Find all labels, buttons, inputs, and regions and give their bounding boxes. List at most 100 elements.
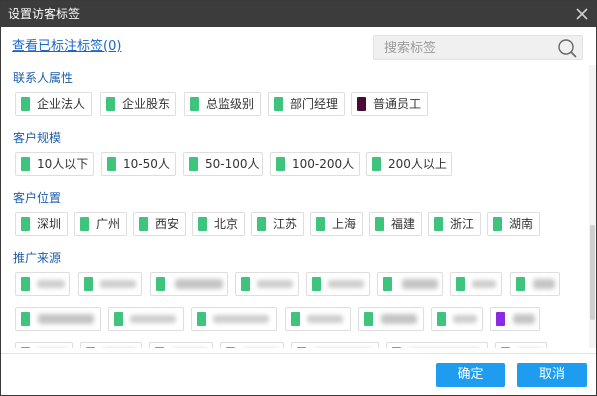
tag-checkbox xyxy=(21,217,30,231)
tag-dialog: 设置访客标签 查看已标注标签(0) 联系人属性 企业法人 企业股东 总监级别 部… xyxy=(0,0,597,396)
tag-item[interactable] xyxy=(150,272,228,296)
tag-checkbox xyxy=(375,217,384,231)
tag-checkbox xyxy=(189,157,198,171)
tag-checkbox xyxy=(107,157,116,171)
tag-checkbox xyxy=(434,217,443,231)
dialog-footer: 确定 取消 xyxy=(1,353,596,395)
blurred-label xyxy=(472,280,496,288)
tag-checkbox xyxy=(155,347,164,348)
tag-label: 深圳 xyxy=(37,217,62,231)
cancel-button[interactable]: 取消 xyxy=(517,363,587,387)
tag-item[interactable]: 上海 xyxy=(310,212,363,236)
confirm-button[interactable]: 确定 xyxy=(436,363,505,387)
tag-item[interactable]: 普通员工 xyxy=(351,92,428,116)
tag-checkbox xyxy=(190,97,199,111)
tag-label: 100-200人 xyxy=(292,157,355,171)
tag-item[interactable]: 部门经理 xyxy=(268,92,345,116)
tag-label: 企业股东 xyxy=(122,97,171,111)
tag-label: 江苏 xyxy=(273,217,298,231)
tag-label: 上海 xyxy=(332,217,357,231)
view-tagged-link[interactable]: 查看已标注标签(0) xyxy=(12,38,121,56)
tag-label: 200人以上 xyxy=(388,157,447,171)
tag-checkbox xyxy=(257,217,266,231)
tag-checkbox xyxy=(501,347,510,348)
tag-item[interactable]: 北京 xyxy=(192,212,245,236)
blurred-label xyxy=(257,280,293,288)
tag-item[interactable] xyxy=(108,307,184,331)
section-title-contact-attr: 联系人属性 xyxy=(13,71,74,85)
section-title-customer-scale: 客户规模 xyxy=(13,131,62,145)
close-icon[interactable] xyxy=(572,4,592,24)
blurred-label xyxy=(38,314,94,324)
tag-item[interactable] xyxy=(220,342,284,348)
blurred-label xyxy=(37,280,65,288)
tag-item[interactable] xyxy=(285,307,351,331)
tag-item[interactable]: 西安 xyxy=(133,212,186,236)
tag-item[interactable] xyxy=(15,307,101,331)
tag-checkbox xyxy=(291,312,300,326)
tag-item[interactable]: 企业股东 xyxy=(100,92,176,116)
vertical-scrollbar[interactable] xyxy=(589,65,596,348)
tag-checkbox xyxy=(21,157,30,171)
search-box xyxy=(373,35,583,60)
blurred-label xyxy=(402,279,438,289)
tag-item[interactable]: 100-200人 xyxy=(270,152,360,176)
tag-item[interactable] xyxy=(15,342,73,348)
tag-item[interactable]: 企业法人 xyxy=(15,92,92,116)
tag-checkbox xyxy=(197,312,206,326)
section-title-customer-location: 客户位置 xyxy=(13,191,62,205)
scroll-thumb[interactable] xyxy=(590,225,595,320)
tag-checkbox xyxy=(106,97,115,111)
blurred-label xyxy=(533,279,555,289)
tag-list-area[interactable]: 联系人属性 企业法人 企业股东 总监级别 部门经理 普通员工 客户规模 10人以… xyxy=(2,65,587,348)
search-icon[interactable] xyxy=(557,38,577,58)
tag-item[interactable]: 深圳 xyxy=(15,212,68,236)
search-input[interactable] xyxy=(384,38,544,58)
tag-item[interactable] xyxy=(495,342,547,348)
tag-item[interactable] xyxy=(235,272,299,296)
blurred-label xyxy=(130,315,176,323)
tag-item[interactable] xyxy=(450,272,502,296)
tag-item[interactable] xyxy=(306,272,370,296)
tag-item[interactable]: 江苏 xyxy=(251,212,304,236)
tag-checkbox xyxy=(139,217,148,231)
tag-item[interactable] xyxy=(149,342,213,348)
tag-checkbox xyxy=(274,97,283,111)
tag-checkbox xyxy=(312,277,321,291)
tag-checkbox xyxy=(21,312,30,326)
tag-checkbox xyxy=(383,277,392,291)
tag-item[interactable] xyxy=(78,272,142,296)
tag-item[interactable]: 湖南 xyxy=(487,212,540,236)
tag-item[interactable] xyxy=(358,307,424,331)
tag-item[interactable] xyxy=(377,272,443,296)
tag-item[interactable] xyxy=(490,307,540,331)
tag-item[interactable] xyxy=(431,307,483,331)
blurred-label xyxy=(381,314,417,324)
tag-label: 广州 xyxy=(96,217,121,231)
tag-item[interactable]: 10人以下 xyxy=(15,152,94,176)
tag-item[interactable] xyxy=(80,342,142,348)
tag-item[interactable] xyxy=(291,342,379,348)
blurred-label xyxy=(513,314,535,324)
tag-item[interactable]: 浙江 xyxy=(428,212,481,236)
blurred-label xyxy=(100,280,136,288)
tag-item[interactable] xyxy=(386,342,488,348)
tag-checkbox xyxy=(392,347,401,348)
tag-checkbox xyxy=(493,217,502,231)
tag-item[interactable]: 200人以上 xyxy=(366,152,452,176)
tag-checkbox xyxy=(21,277,30,291)
tag-item[interactable] xyxy=(191,307,277,331)
blurred-label xyxy=(328,280,364,288)
tag-item[interactable]: 总监级别 xyxy=(184,92,261,116)
tag-item[interactable]: 福建 xyxy=(369,212,422,236)
tag-checkbox xyxy=(496,312,505,326)
tag-item[interactable] xyxy=(510,272,560,296)
tag-item[interactable] xyxy=(15,272,70,296)
tag-checkbox xyxy=(276,157,285,171)
tag-item[interactable]: 10-50人 xyxy=(101,152,176,176)
tag-item[interactable]: 广州 xyxy=(74,212,127,236)
tag-item[interactable]: 50-100人 xyxy=(183,152,263,176)
tag-label: 50-100人 xyxy=(205,157,260,171)
dialog-title: 设置访客标签 xyxy=(8,7,81,21)
tag-label: 总监级别 xyxy=(206,97,255,111)
